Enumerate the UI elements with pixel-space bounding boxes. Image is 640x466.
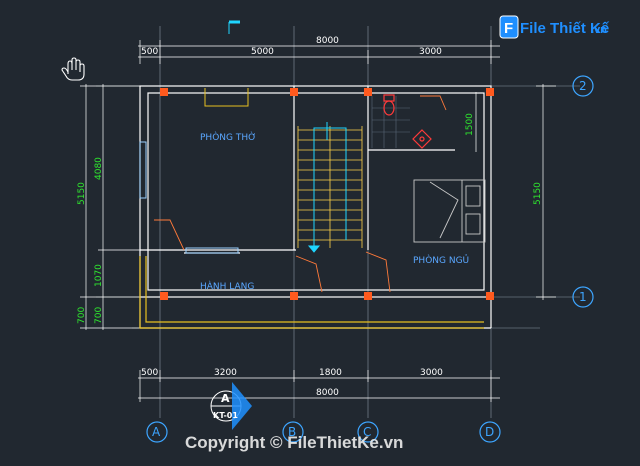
right-wc-dim: 1500 — [465, 113, 475, 136]
axis-marker-1-label: 1 — [579, 290, 587, 304]
left-offset-dim-a: 700 — [77, 307, 87, 324]
top-offset-dim: 500 — [141, 47, 158, 57]
bottom-segment-c-dim: 3000 — [420, 368, 443, 378]
bottom-segment-a-dim: 3200 — [214, 368, 237, 378]
brand-logo: F File Thiết Kế .vn — [499, 15, 610, 39]
left-d2-dim: 1070 — [94, 264, 104, 287]
bottom-total-dim: 8000 — [316, 388, 339, 398]
left-d1-dim: 4080 — [94, 157, 104, 180]
brand-logo-letter: F — [504, 20, 513, 37]
top-segment-b-dim: 3000 — [419, 47, 442, 57]
axis-marker-2-label: 2 — [579, 79, 587, 93]
top-total-dim: 8000 — [316, 36, 339, 46]
right-total-dim: 5150 — [533, 182, 543, 205]
axis-marker-d-label: D — [485, 425, 494, 439]
floor-plan-drawing: 8000 500 5000 3000 500 3200 1800 3000 80… — [0, 0, 640, 466]
section-marker-sheet: KT-01 — [213, 411, 238, 420]
room-label-phong-tho: PHÒNG THỜ — [200, 131, 256, 143]
section-marker-letter: A — [221, 392, 230, 405]
bottom-offset-dim: 500 — [141, 368, 158, 378]
left-d3-dim: 700 — [94, 307, 104, 324]
copyright-watermark: Copyright © FileThietKe.vn — [185, 433, 403, 452]
top-segment-a-dim: 5000 — [251, 47, 274, 57]
room-label-phong-ngu: PHÒNG NGỦ — [413, 254, 469, 266]
brand-logo-tld: .vn — [591, 24, 607, 36]
left-total-dim: 5150 — [77, 182, 87, 205]
axis-marker-a-label: A — [152, 425, 161, 439]
bottom-segment-b-dim: 1800 — [319, 368, 342, 378]
room-label-hanh-lang: HÀNH LANG — [200, 280, 254, 292]
